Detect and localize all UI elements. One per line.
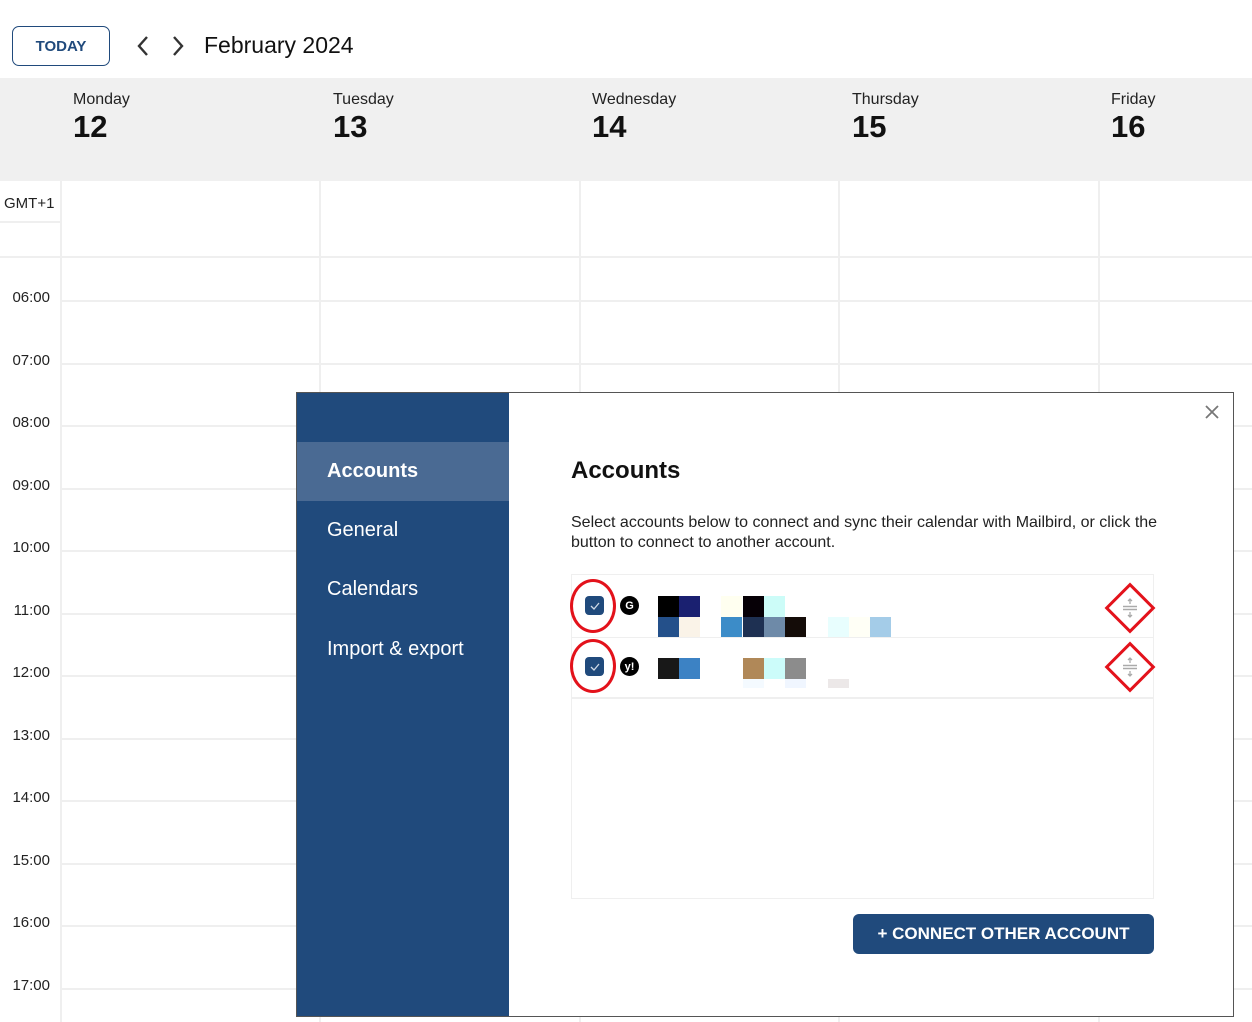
grid-divider [0,256,1252,258]
yahoo-icon: y! [620,657,639,676]
month-title: February 2024 [204,32,354,58]
chevron-left-icon [137,36,148,56]
sidebar-item-import-export[interactable]: Import & export [297,620,509,679]
sidebar-item-general[interactable]: General [297,501,509,560]
hour-label: 15:00 [12,851,50,869]
day-name: Thursday [852,91,919,108]
day-number: 12 [73,109,108,144]
close-icon [1205,405,1219,419]
hour-gridline [62,362,1252,365]
previous-week-button[interactable] [131,32,155,60]
reorder-handle[interactable] [1103,581,1157,635]
day-header-friday[interactable]: Friday 16 [1111,91,1155,145]
today-button[interactable]: TODAY [12,26,110,66]
day-header-thursday[interactable]: Thursday 15 [852,91,919,145]
connect-other-account-button[interactable]: + CONNECT OTHER ACCOUNT [853,914,1154,954]
account-row-google: G [570,575,1156,638]
grid-divider [0,221,62,223]
row-divider [572,697,1153,699]
checkmark-icon [590,663,599,671]
day-number: 15 [852,109,887,144]
day-name: Wednesday [592,91,677,108]
close-dialog-button[interactable] [1201,401,1223,423]
hour-label: 14:00 [12,789,50,806]
account-checkbox[interactable] [585,657,604,676]
timezone-label: GMT+1 [4,195,55,212]
account-checkbox[interactable] [585,596,604,615]
hour-label: 17:00 [12,976,50,994]
google-icon: G [620,596,639,615]
day-name: Friday [1111,91,1156,108]
calendar-toolbar: TODAY February 2024 [0,0,1252,78]
sidebar-item-calendars[interactable]: Calendars [297,560,509,619]
hour-label: 12:00 [12,664,50,681]
drag-reorder-icon [1123,657,1137,677]
settings-content: Accounts Select accounts below to connec… [509,393,1233,1016]
day-header-wednesday[interactable]: Wednesday 14 [592,91,676,145]
hour-label: 13:00 [12,726,50,744]
next-week-button[interactable] [166,32,190,60]
hour-label: 07:00 [12,351,50,369]
hour-gridline [62,300,1252,302]
day-name: Tuesday [333,91,394,108]
day-header-tuesday[interactable]: Tuesday 13 [333,91,394,145]
calendar-settings-dialog: Accounts General Calendars Import & expo… [296,392,1234,1017]
hour-label: 08:00 [12,414,50,431]
reorder-handle[interactable] [1103,640,1157,694]
chevron-right-icon [173,36,184,56]
drag-reorder-icon [1123,598,1137,618]
hour-label: 10:00 [12,539,50,556]
hour-label: 11:00 [13,601,50,619]
checkmark-icon [590,602,599,610]
hour-label: 09:00 [12,476,50,494]
sidebar-item-accounts[interactable]: Accounts [297,442,509,501]
hour-label: 16:00 [12,914,50,931]
day-number: 16 [1111,109,1146,144]
day-number: 13 [333,109,368,144]
settings-sidebar: Accounts General Calendars Import & expo… [297,393,509,1016]
settings-description: Select accounts below to connect and syn… [571,514,1158,551]
week-day-header: Monday 12 Tuesday 13 Wednesday 14 Thursd… [0,78,1252,181]
day-header-monday[interactable]: Monday 12 [73,91,130,145]
accounts-list: G y! [570,574,1156,899]
account-row-yahoo: y! [570,637,1156,698]
day-name: Monday [73,91,130,108]
day-number: 14 [592,109,627,144]
settings-section-title: Accounts [571,457,681,484]
hour-label: 06:00 [12,289,50,306]
grid-divider [60,181,62,1022]
